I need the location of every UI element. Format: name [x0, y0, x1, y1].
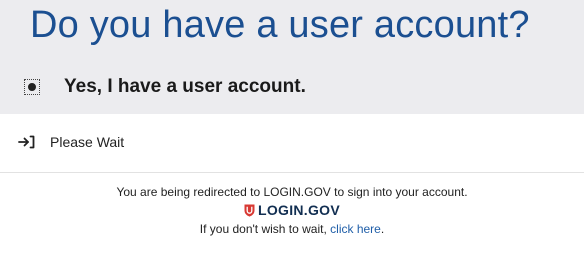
- user-account-option-label: Yes, I have a user account.: [64, 76, 306, 97]
- arrow-into-bracket-icon: [18, 135, 35, 149]
- login-redirect-page: Do you have a user account? Yes, I have …: [0, 0, 584, 261]
- radio-selected-dot: [28, 83, 36, 91]
- redirect-message: You are being redirected to LOGIN.GOV to…: [116, 185, 468, 199]
- skip-wait-suffix: .: [380, 222, 385, 236]
- login-gov-logo: LOGIN.GOV: [0, 202, 584, 218]
- login-gov-logo-text: LOGIN.GOV: [257, 202, 341, 218]
- section-divider: [0, 172, 584, 173]
- page-title: Do you have a user account?: [30, 4, 530, 46]
- skip-wait-prefix: If you don't wish to wait,: [199, 222, 331, 236]
- skip-wait-message: If you don't wish to wait, click here.: [0, 222, 584, 236]
- please-wait-label: Please Wait: [50, 134, 125, 150]
- click-here-link[interactable]: click here: [330, 222, 381, 236]
- account-question-panel: Do you have a user account? Yes, I have …: [0, 0, 584, 114]
- please-wait-status: Please Wait: [18, 134, 124, 150]
- user-account-option[interactable]: Yes, I have a user account.: [24, 74, 306, 100]
- shield-icon: [244, 204, 255, 217]
- user-account-radio[interactable]: [24, 79, 40, 95]
